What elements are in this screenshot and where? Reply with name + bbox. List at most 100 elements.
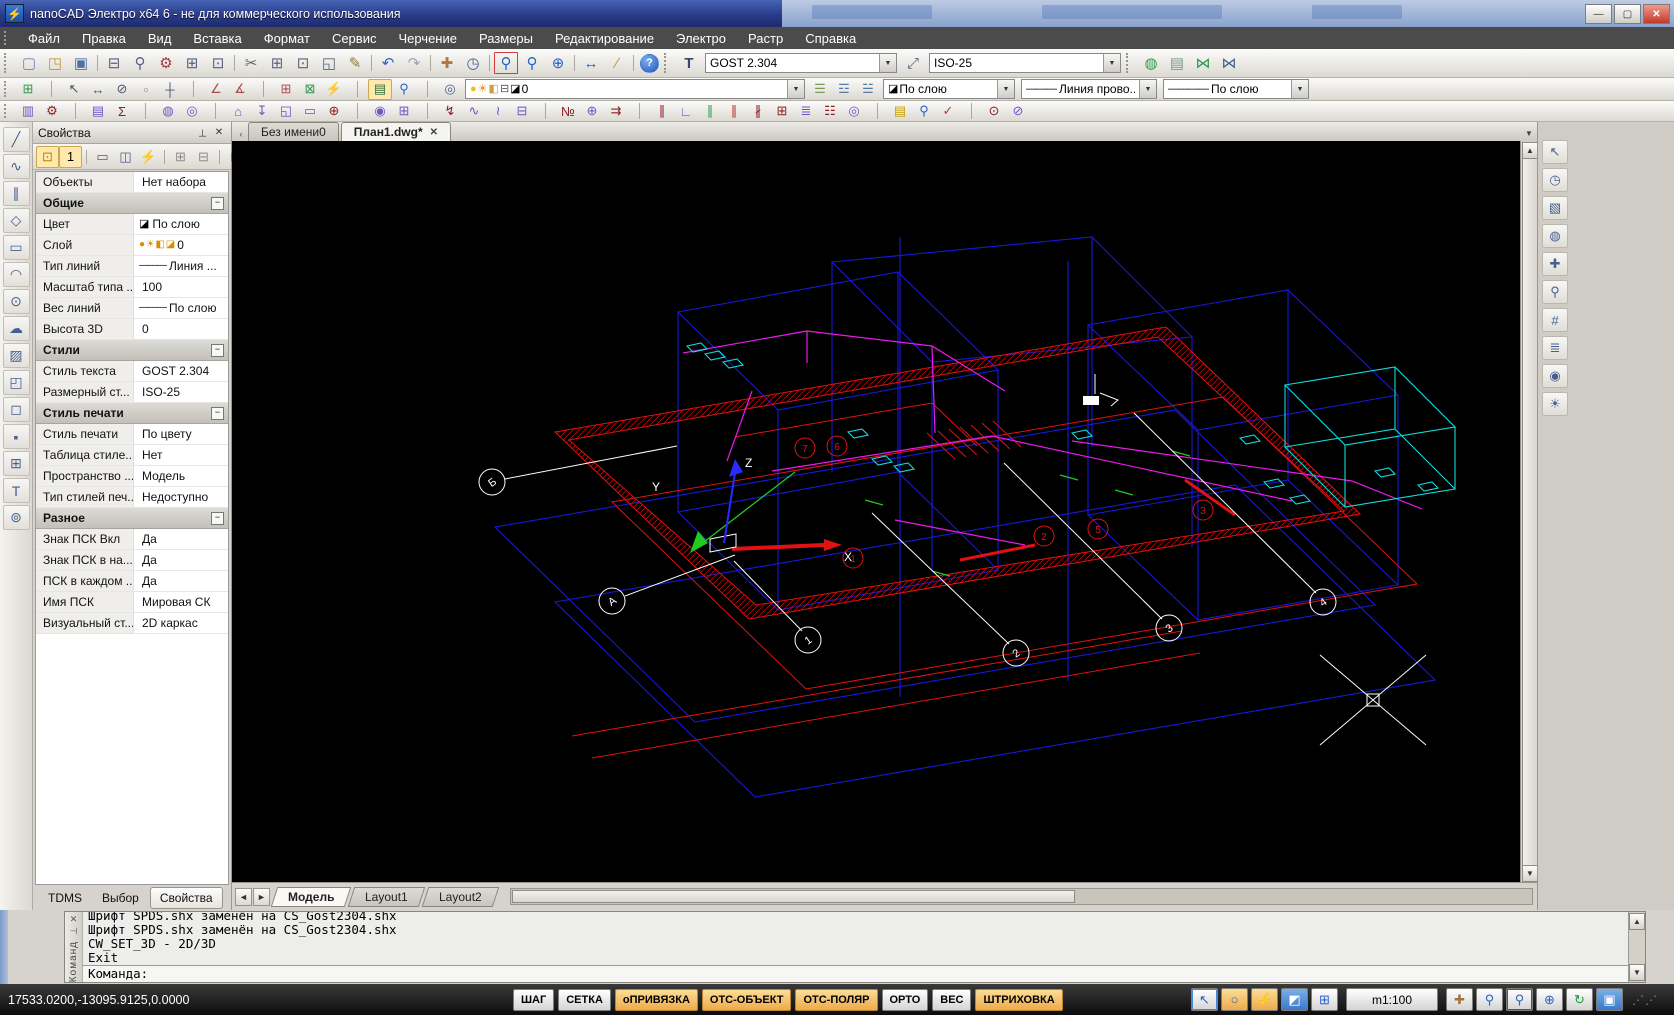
row-color[interactable]: Цвет По слою	[36, 214, 228, 235]
dropdown-arrow-icon[interactable]: ▼	[1139, 80, 1156, 98]
el-riser-icon[interactable]: ↧	[250, 101, 274, 122]
undo-icon[interactable]: ↶	[375, 51, 401, 75]
layout-prev-icon[interactable]: ◄	[235, 887, 252, 906]
linetype-combo[interactable]: ——— Линия прово... ▼	[1021, 79, 1157, 99]
layers-view-icon[interactable]: ≣	[1542, 336, 1568, 360]
el-trace-add-icon[interactable]: ∥	[698, 101, 722, 122]
polygon-tool-icon[interactable]: ◇	[2, 208, 30, 233]
dropdown-arrow-icon[interactable]: ▼	[997, 80, 1014, 98]
print-settings-icon[interactable]: ⚙	[153, 51, 179, 75]
redo-icon[interactable]: ↷	[401, 51, 427, 75]
el-db-export-icon[interactable]: ◎	[180, 101, 204, 122]
el-zone-icon[interactable]: ▭	[298, 101, 322, 122]
hatch-tool-icon[interactable]: ▨	[2, 343, 30, 368]
row-objects[interactable]: Объекты Нет набора	[36, 172, 228, 193]
el-building-icon[interactable]: ⌂	[226, 101, 250, 122]
resize-grip[interactable]: ⋰⋰	[1632, 993, 1658, 1007]
el-align-icon[interactable]: ⇉	[604, 101, 628, 122]
menu-raster[interactable]: Растр	[737, 27, 794, 49]
zoom-window-icon[interactable]: ⚲	[1506, 988, 1533, 1011]
toggle-otrack-object[interactable]: ОТС-ОБЪЕКТ	[701, 988, 792, 1011]
sphere-view-icon[interactable]: ◍	[1542, 224, 1568, 248]
toggle-snap-step[interactable]: ШАГ	[513, 988, 555, 1011]
el-check-icon[interactable]: ✓	[936, 101, 960, 122]
el-cable-journal-icon[interactable]: ☷	[818, 101, 842, 122]
count-indicator-icon[interactable]: 1	[59, 145, 82, 168]
menu-format[interactable]: Формат	[253, 27, 321, 49]
help-icon[interactable]: ?	[640, 53, 659, 73]
row-plotstyle[interactable]: Стиль печати По цвету	[36, 424, 228, 445]
select-cursor-icon[interactable]: ↖	[1542, 140, 1568, 164]
el-shield-icon[interactable]: ⊟	[510, 101, 534, 122]
menu-service[interactable]: Сервис	[321, 27, 388, 49]
dropdown-arrow-icon[interactable]: ▼	[1103, 54, 1120, 72]
collapse-icon[interactable]: −	[211, 196, 224, 210]
separator[interactable]	[346, 80, 368, 99]
row-plottable[interactable]: Таблица стиле... Нет	[36, 445, 228, 466]
close-tab-icon[interactable]: ✕	[430, 127, 438, 138]
el-no-trace-icon[interactable]: ⊘	[1006, 101, 1030, 122]
snap-center-icon[interactable]: ┼	[158, 79, 182, 100]
close-command-icon[interactable]: ✕	[70, 914, 78, 926]
section-misc[interactable]: Разное −	[36, 508, 228, 529]
copy-icon[interactable]: ⊞	[264, 51, 290, 75]
collapse-icon[interactable]: −	[211, 511, 224, 525]
paste-props-icon[interactable]: ⊟	[192, 146, 215, 168]
color-combo[interactable]: ◪ По слою ▼	[883, 79, 1015, 99]
el-trace-corner-icon[interactable]: ∟	[674, 101, 698, 122]
polyline-tool-icon[interactable]: ∿	[2, 154, 30, 179]
named-views-icon[interactable]: ◎	[438, 79, 462, 100]
el-trace-del-icon[interactable]: ∥	[722, 101, 746, 122]
row-ucs-vp[interactable]: ПСК в каждом ... Да	[36, 571, 228, 592]
el-number-icon[interactable]: №	[556, 101, 580, 122]
menu-help[interactable]: Справка	[794, 27, 867, 49]
separator[interactable]	[416, 102, 438, 121]
separator[interactable]	[40, 80, 62, 99]
scale-display[interactable]: m1:100	[1346, 988, 1438, 1011]
orbit-icon[interactable]: ◷	[460, 51, 486, 75]
separator[interactable]	[82, 146, 91, 168]
separator[interactable]	[64, 102, 86, 121]
rectangle-tool-icon[interactable]: ▭	[2, 235, 30, 260]
separator[interactable]	[252, 80, 274, 99]
camera-view-icon[interactable]: ◉	[1542, 364, 1568, 388]
el-model-icon[interactable]: ▥	[16, 101, 40, 122]
layer-combo[interactable]: ● ☀ ◧ ⊟ ◪ 0 ▼	[465, 79, 805, 99]
pin-command-icon[interactable]: ⊣	[70, 926, 78, 938]
line-tool-icon[interactable]: ╱	[2, 127, 30, 152]
contour-tool-icon[interactable]: ◻	[2, 397, 30, 422]
separator[interactable]	[866, 102, 888, 121]
row-plottype[interactable]: Тип стилей печ... Недоступно	[36, 487, 228, 508]
row-height3d[interactable]: Высота 3D 0	[36, 319, 228, 340]
el-trace-list-icon[interactable]: ≣	[794, 101, 818, 122]
menu-modify[interactable]: Редактирование	[544, 27, 665, 49]
separator[interactable]	[160, 146, 169, 168]
toggle-lineweight[interactable]: ВЕС	[932, 988, 972, 1011]
grid-view-icon[interactable]: #	[1542, 308, 1568, 332]
scroll-down-icon[interactable]: ▼	[1522, 865, 1538, 882]
model-canvas[interactable]: Z Y X Б А 1 2 3 4 7 6 2 5 3 1	[232, 141, 1520, 883]
copy-properties-icon[interactable]: ⊞	[16, 79, 40, 100]
table-lightning-icon[interactable]: ⚡	[322, 79, 346, 100]
el-database-icon[interactable]: ◍	[156, 101, 180, 122]
zoom-view-icon[interactable]: ⚲	[1542, 280, 1568, 304]
scroll-up-icon[interactable]: ▲	[1522, 142, 1538, 159]
el-center-point-icon[interactable]: ⊕	[322, 101, 346, 122]
dim-style-combo[interactable]: ISO-25 ▼	[929, 53, 1121, 73]
angle-line-icon[interactable]: ∡	[228, 79, 252, 100]
command-prompt[interactable]: Команда:	[83, 965, 1628, 982]
measure-icon[interactable]: ∕	[604, 51, 630, 75]
dim-style-icon[interactable]: ⤢	[900, 51, 926, 75]
double-line-tool-icon[interactable]: ∥	[2, 181, 30, 206]
doc-tab-untitled[interactable]: Без имени0	[248, 122, 339, 141]
pan-view-icon[interactable]: ✚	[1542, 252, 1568, 276]
arc-tool-icon[interactable]: ◠	[2, 262, 30, 287]
zoom-window-icon[interactable]: ⚲	[493, 51, 519, 75]
selection-mode-icon[interactable]: ↖	[1191, 988, 1218, 1011]
lineweight-combo[interactable]: ———— По слою ▼	[1163, 79, 1309, 99]
paste-icon[interactable]: ⊡	[290, 51, 316, 75]
separator[interactable]	[486, 52, 493, 74]
tab-scroll-left[interactable]: ‹	[234, 126, 248, 141]
el-socket-icon[interactable]: ↯	[438, 101, 462, 122]
pan-hand-icon[interactable]: ✚	[1446, 988, 1473, 1011]
